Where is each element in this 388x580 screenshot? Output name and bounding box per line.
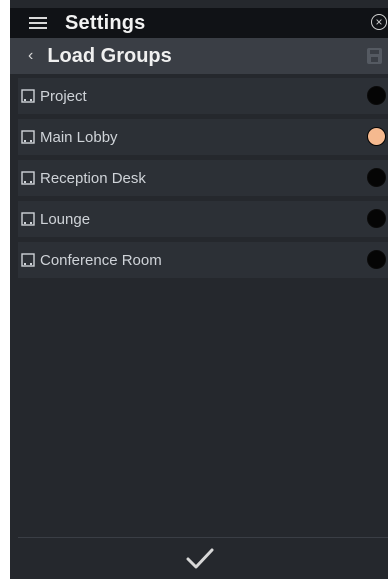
group-frame-icon	[21, 171, 35, 185]
load-group-row[interactable]: Project	[18, 78, 388, 114]
load-group-label: Project	[40, 87, 87, 105]
load-group-label: Conference Room	[40, 251, 162, 269]
left-edge	[0, 0, 10, 579]
selected-indicator[interactable]	[367, 127, 386, 146]
footer-bar	[18, 537, 388, 580]
sub-header: ‹ Load Groups	[10, 38, 388, 74]
unselected-indicator[interactable]	[367, 250, 386, 269]
checkmark-icon[interactable]	[186, 548, 214, 570]
unselected-indicator[interactable]	[367, 86, 386, 105]
save-icon[interactable]	[367, 48, 382, 64]
load-group-label: Lounge	[40, 210, 91, 228]
unselected-indicator[interactable]	[367, 209, 386, 228]
back-chevron-icon[interactable]: ‹	[28, 47, 33, 65]
title-bar: Settings ×	[10, 8, 388, 38]
app-title: Settings	[65, 11, 146, 34]
hamburger-icon[interactable]	[29, 16, 47, 30]
group-frame-icon	[21, 130, 35, 144]
app-window: Settings × ‹ Load Groups Project Main Lob…	[0, 0, 388, 579]
unselected-indicator[interactable]	[367, 168, 386, 187]
group-frame-icon	[21, 212, 35, 226]
load-group-row[interactable]: Reception Desk	[18, 160, 388, 196]
load-group-label: Main Lobby	[40, 128, 118, 146]
load-group-row[interactable]: Main Lobby	[18, 119, 388, 155]
load-group-list: Project Main Lobby Reception Desk Lounge Con…	[18, 78, 388, 283]
page-title: Load Groups	[47, 44, 172, 67]
load-group-label: Reception Desk	[40, 169, 146, 187]
close-circle-icon[interactable]: ×	[371, 14, 387, 30]
load-group-row[interactable]: Conference Room	[18, 242, 388, 278]
load-group-row[interactable]: Lounge	[18, 201, 388, 237]
group-frame-icon	[21, 89, 35, 103]
group-frame-icon	[21, 253, 35, 267]
